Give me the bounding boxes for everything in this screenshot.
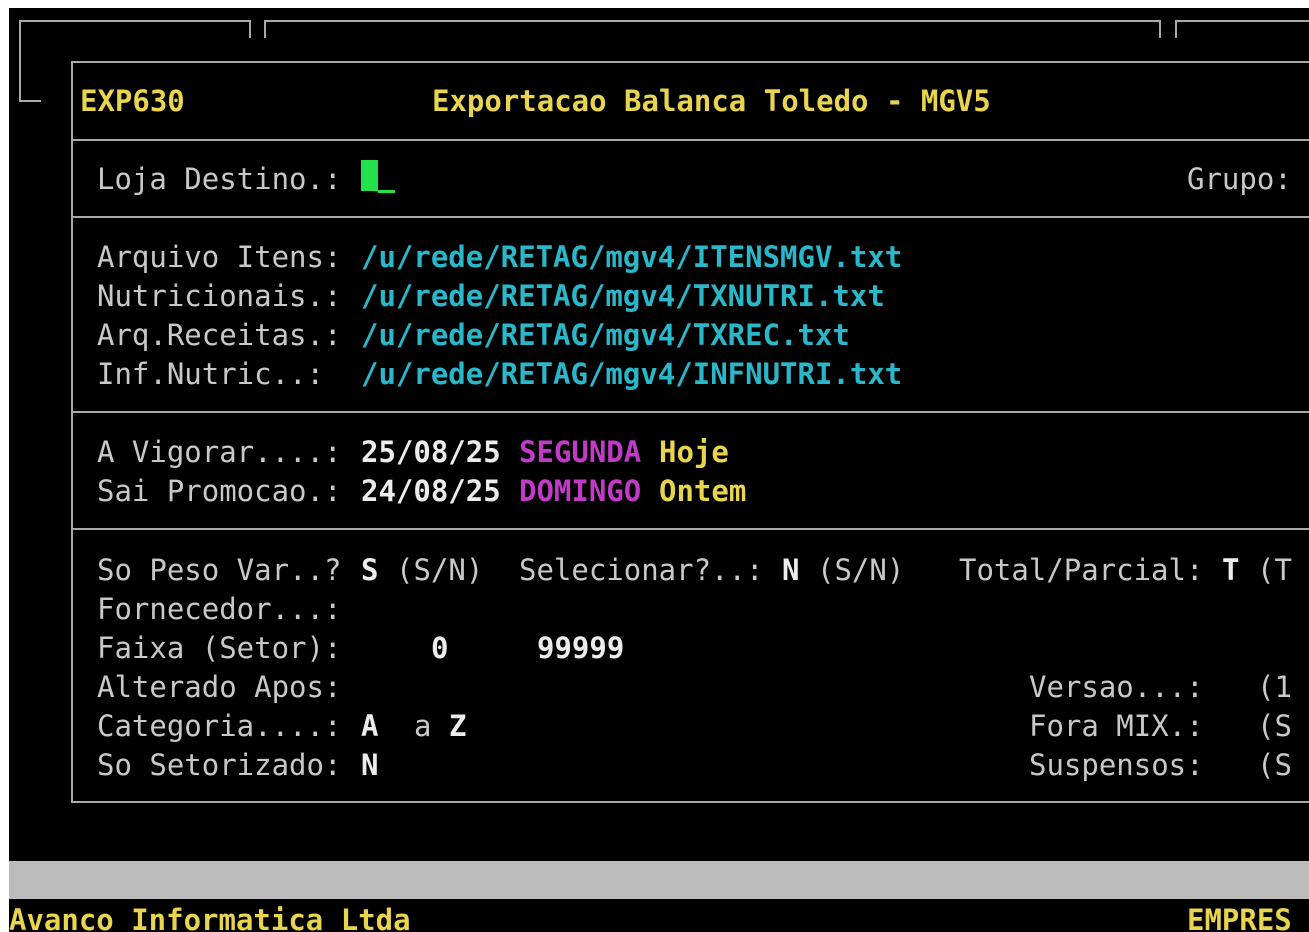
terminal-window: EXP630 Exportacao Balanca Toledo - MGV5 … — [9, 8, 1309, 932]
status-bar — [9, 861, 1309, 899]
selecionar-hint: (S/N) — [817, 553, 905, 587]
so-peso-field[interactable]: S — [361, 551, 378, 590]
arq-receitas-field[interactable]: /u/rede/RETAG/mgv4/TXREC.txt — [361, 316, 850, 355]
frame-line — [19, 20, 249, 22]
promocao-weekday: DOMINGO — [519, 474, 642, 508]
section-divider — [71, 411, 1309, 413]
total-parcial-label: Total/Parcial: — [959, 553, 1204, 587]
versao-label: Versao...: — [1029, 670, 1204, 704]
section-divider — [71, 139, 1309, 141]
empresa-label: EMPRES — [1187, 903, 1292, 932]
arquivo-itens-field[interactable]: /u/rede/RETAG/mgv4/ITENSMGV.txt — [361, 238, 902, 277]
frame-line — [249, 20, 251, 38]
total-parcial-field[interactable]: T — [1222, 551, 1239, 590]
dialog-border-left — [71, 61, 73, 801]
arquivo-itens-label: Arquivo Itens: — [97, 240, 342, 274]
categoria-label: Categoria....: — [97, 709, 342, 743]
nutricionais-field[interactable]: /u/rede/RETAG/mgv4/TXNUTRI.txt — [361, 277, 885, 316]
faixa-label: Faixa (Setor): — [97, 631, 342, 665]
grupo-label: Grupo: — [1187, 162, 1292, 196]
section-divider — [71, 528, 1309, 530]
promocao-label: Sai Promocao.: — [97, 474, 342, 508]
vigorar-label: A Vigorar....: — [97, 435, 342, 469]
loja-destino-label: Loja Destino.: — [97, 162, 342, 196]
categoria-from-field[interactable]: A — [361, 707, 378, 746]
fora-mix-hint: (S — [1257, 709, 1292, 743]
frame-line — [1175, 20, 1309, 22]
frame-line — [1175, 20, 1177, 38]
so-peso-hint: (S/N) — [396, 553, 484, 587]
section-divider — [71, 216, 1309, 218]
vigorar-date-field[interactable]: 25/08/25 — [361, 433, 501, 472]
dialog-border-top — [71, 61, 1309, 63]
fora-mix-label: Fora MIX.: — [1029, 709, 1204, 743]
selecionar-label: Selecionar?..: — [519, 553, 764, 587]
promocao-relative: Ontem — [659, 474, 747, 508]
categoria-to-field[interactable]: Z — [449, 707, 466, 746]
suspensos-label: Suspensos: — [1029, 748, 1204, 782]
nutricionais-label: Nutricionais.: — [97, 279, 342, 313]
input-underline — [378, 190, 395, 193]
frame-line — [1159, 20, 1161, 38]
alterado-label: Alterado Apos: — [97, 670, 342, 704]
dialog-border-bottom — [71, 801, 1309, 803]
company-name: Avanco Informatica Ltda — [9, 903, 411, 932]
total-parcial-hint: (T — [1257, 553, 1292, 587]
screen: EXP630 Exportacao Balanca Toledo - MGV5 … — [0, 0, 1309, 932]
setorizado-label: So Setorizado: — [97, 748, 342, 782]
program-code: EXP630 — [80, 84, 185, 118]
faixa-from-field[interactable]: 0 — [431, 629, 448, 668]
so-peso-label: So Peso Var..? — [97, 553, 342, 587]
promocao-date-field[interactable]: 24/08/25 — [361, 472, 501, 511]
versao-hint: (1 — [1257, 670, 1292, 704]
loja-destino-input[interactable] — [361, 160, 378, 191]
setorizado-field[interactable]: N — [361, 746, 378, 785]
fornecedor-label: Fornecedor...: — [97, 592, 342, 626]
frame-line — [19, 20, 21, 100]
inf-nutric-field[interactable]: /u/rede/RETAG/mgv4/INFNUTRI.txt — [361, 355, 902, 394]
vigorar-relative: Hoje — [659, 435, 729, 469]
arq-receitas-label: Arq.Receitas.: — [97, 318, 342, 352]
faixa-to-field[interactable]: 99999 — [537, 629, 624, 668]
categoria-sep: a — [414, 709, 432, 743]
frame-line — [264, 20, 1159, 22]
vigorar-weekday: SEGUNDA — [519, 435, 642, 469]
selecionar-field[interactable]: N — [782, 551, 799, 590]
inf-nutric-label: Inf.Nutric..: — [97, 357, 324, 391]
window-title: Exportacao Balanca Toledo - MGV5 — [432, 84, 991, 118]
frame-line — [19, 100, 41, 102]
frame-line — [264, 20, 266, 38]
suspensos-hint: (S — [1257, 748, 1292, 782]
